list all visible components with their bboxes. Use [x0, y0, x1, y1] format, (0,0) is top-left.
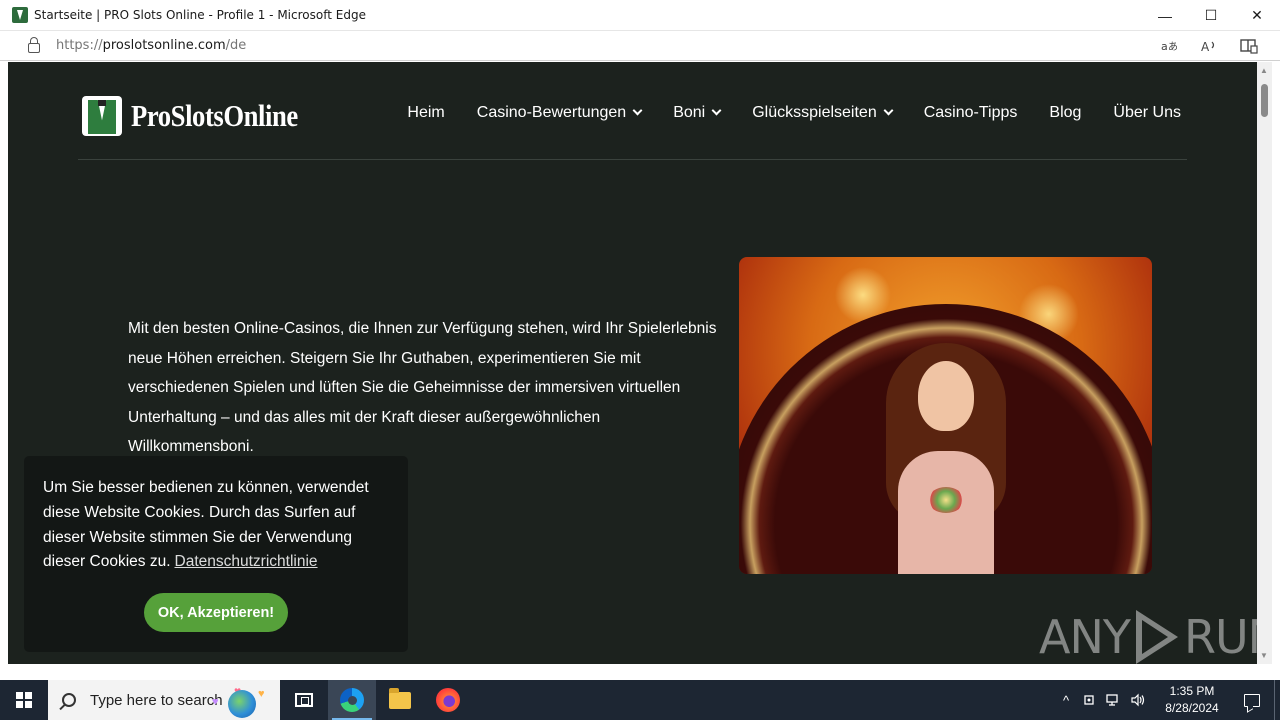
watermark-text-left: ANY — [1039, 610, 1131, 664]
minimize-button[interactable]: — — [1142, 0, 1188, 31]
play-logo-icon — [1134, 607, 1180, 664]
page-scrollbar[interactable]: ▲ ▼ — [1257, 62, 1272, 664]
nav-label: Glücksspielseiten — [752, 104, 877, 121]
taskbar-firefox[interactable] — [424, 680, 472, 720]
taskbar-clock[interactable]: 1:35 PM 8/28/2024 — [1154, 683, 1230, 717]
svg-text:あ: あ — [1168, 41, 1177, 53]
scroll-up-arrow-icon[interactable]: ▲ — [1260, 66, 1268, 75]
window-controls: — ☐ ✕ — [1142, 0, 1280, 31]
anyrun-watermark: ANY RUN — [1039, 607, 1257, 664]
nav-label: Casino-Tipps — [923, 104, 1018, 121]
nav-label: Boni — [673, 104, 706, 121]
title-bar: Startseite | PRO Slots Online - Profile … — [0, 0, 1280, 31]
nav-label: Blog — [1049, 104, 1082, 121]
nav-label: Über Uns — [1113, 104, 1181, 121]
immersive-reader-icon[interactable] — [1240, 37, 1258, 55]
hero-text: Mit den besten Online-Casinos, die Ihnen… — [128, 320, 717, 456]
taskbar: Type here to search ♥♥♥ ^ 1:35 PM 8/28/2… — [0, 680, 1280, 720]
cookie-message: Um Sie besser bedienen zu können, verwen… — [43, 476, 393, 575]
svg-text:a: a — [1161, 40, 1168, 53]
site-logo[interactable]: ProSlotsOnline — [82, 96, 325, 136]
scroll-down-arrow-icon[interactable]: ▼ — [1260, 651, 1268, 660]
nav-item-casino-tipps[interactable]: Casino-Tipps — [924, 104, 1018, 122]
folder-icon — [389, 687, 411, 709]
search-highlight-icon: ♥♥♥ — [208, 682, 278, 718]
nav-label: Heim — [407, 104, 445, 121]
meet-now-icon[interactable] — [1078, 680, 1102, 720]
address-bar[interactable]: https://proslotsonline.com/de aあ A — [0, 31, 1280, 61]
translate-icon[interactable]: aあ — [1160, 37, 1178, 55]
url-path: /de — [225, 38, 247, 53]
nav-item-blog[interactable]: Blog — [1049, 104, 1081, 122]
svg-text:A: A — [1201, 40, 1210, 53]
header-divider — [78, 159, 1187, 160]
nav-item-casino-bewertungen[interactable]: Casino-Bewertungen — [476, 104, 643, 122]
notification-icon — [1244, 693, 1260, 707]
volume-icon[interactable] — [1126, 680, 1150, 720]
nav-item-boni[interactable]: Boni — [673, 104, 722, 122]
notification-center-button[interactable] — [1230, 680, 1274, 720]
clock-date: 8/28/2024 — [1165, 701, 1219, 715]
chevron-down-icon — [883, 105, 894, 115]
privacy-policy-link[interactable]: Datenschutzrichtlinie — [175, 553, 318, 570]
site-favicon-icon — [12, 7, 28, 23]
taskbar-search[interactable]: Type here to search ♥♥♥ — [48, 680, 280, 720]
task-view-button[interactable] — [280, 680, 328, 720]
firefox-icon — [436, 688, 460, 712]
taskbar-edge[interactable] — [328, 680, 376, 720]
url-scheme: https:// — [56, 38, 103, 53]
logo-text: ProSlotsOnline — [131, 98, 298, 133]
browser-frame-bottom — [0, 664, 1280, 680]
url-host: proslotsonline.com — [102, 38, 226, 53]
search-placeholder: Type here to search — [90, 691, 223, 709]
lock-icon[interactable] — [28, 36, 40, 53]
read-aloud-icon[interactable]: A — [1200, 37, 1218, 55]
tuxedo-logo-icon — [82, 96, 122, 136]
url-field[interactable]: https://proslotsonline.com/de — [56, 38, 246, 53]
maximize-button[interactable]: ☐ — [1188, 0, 1234, 31]
network-icon[interactable] — [1102, 680, 1126, 720]
tray-overflow-chevron-icon[interactable]: ^ — [1054, 680, 1078, 720]
edge-browser-icon — [340, 688, 364, 712]
hero-image — [739, 257, 1152, 574]
window-title: Startseite | PRO Slots Online - Profile … — [34, 8, 366, 22]
chevron-down-icon — [632, 105, 643, 115]
nav-item-ueber-uns[interactable]: Über Uns — [1113, 104, 1181, 122]
show-desktop-button[interactable] — [1274, 680, 1280, 720]
task-view-icon — [295, 693, 313, 707]
main-nav: Heim Casino-Bewertungen Boni Glücksspiel… — [407, 104, 1181, 122]
nav-item-gluecksspielseiten[interactable]: Glücksspielseiten — [752, 104, 894, 122]
nav-item-heim[interactable]: Heim — [407, 104, 444, 122]
close-button[interactable]: ✕ — [1234, 0, 1280, 31]
clock-time: 1:35 PM — [1169, 684, 1215, 698]
system-tray: ^ 1:35 PM 8/28/2024 — [1054, 680, 1280, 720]
accept-cookies-button[interactable]: OK, Akzeptieren! — [144, 593, 288, 632]
chevron-down-icon — [711, 105, 722, 115]
browser-frame-left — [0, 62, 8, 664]
nav-label: Casino-Bewertungen — [476, 104, 627, 121]
watermark-text-right: RUN — [1183, 610, 1257, 664]
address-bar-actions: aあ A — [1160, 31, 1258, 61]
scrollbar-thumb[interactable] — [1261, 84, 1268, 117]
windows-logo-icon — [16, 692, 32, 708]
page-viewport: ProSlotsOnline Heim Casino-Bewertungen B… — [8, 62, 1257, 664]
start-button[interactable] — [0, 680, 48, 720]
search-icon — [62, 693, 76, 707]
woman-holding-chips-graphic — [876, 339, 1016, 574]
browser-frame-right — [1272, 62, 1280, 664]
cookie-banner: Um Sie besser bedienen zu können, verwen… — [24, 456, 408, 652]
taskbar-file-explorer[interactable] — [376, 680, 424, 720]
